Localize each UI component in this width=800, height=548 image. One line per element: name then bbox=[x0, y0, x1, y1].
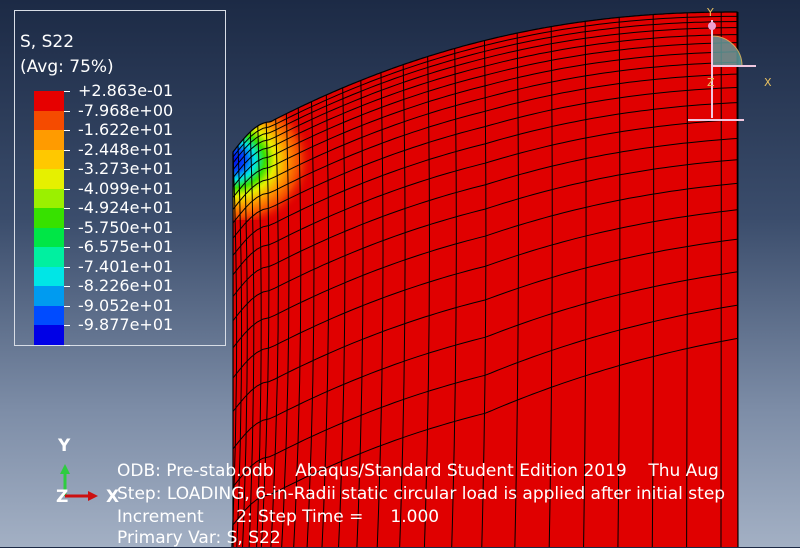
legend-value-label: -3.273e+01 bbox=[78, 161, 173, 177]
legend-swatch bbox=[34, 247, 64, 267]
primary-var-line: Primary Var: S, S22 bbox=[117, 528, 281, 548]
legend-tick bbox=[64, 169, 70, 170]
legend-swatch bbox=[34, 130, 64, 150]
legend-swatch bbox=[34, 267, 64, 287]
legend-tick bbox=[64, 345, 70, 346]
legend-tick bbox=[64, 325, 70, 326]
legend-value-label: -5.750e+01 bbox=[78, 220, 173, 236]
mini-y-node bbox=[708, 22, 716, 30]
legend-value-label: -4.924e+01 bbox=[78, 200, 173, 216]
legend-tick bbox=[64, 208, 70, 209]
legend-tick bbox=[64, 150, 70, 151]
legend-swatch bbox=[34, 325, 64, 345]
legend-swatch bbox=[34, 150, 64, 170]
triad-x-label: X bbox=[106, 487, 119, 507]
legend-value-label: -9.052e+01 bbox=[78, 298, 173, 314]
triad-y-label: Y bbox=[58, 436, 70, 456]
legend-value-label: +2.863e-01 bbox=[78, 83, 173, 99]
legend-averaging: (Avg: 75%) bbox=[20, 57, 114, 77]
triad-z-label: Z bbox=[56, 487, 68, 507]
legend-value-label: -6.575e+01 bbox=[78, 239, 173, 255]
legend-tick bbox=[64, 267, 70, 268]
legend-tick bbox=[64, 306, 70, 307]
mini-triad-z-label: Z bbox=[707, 76, 715, 89]
legend-value-label: -7.968e+00 bbox=[78, 103, 173, 119]
legend-tick bbox=[64, 189, 70, 190]
mini-triad-y-label: Y bbox=[707, 6, 714, 19]
legend-title: S, S22 bbox=[20, 32, 74, 52]
legend-swatch bbox=[34, 306, 64, 326]
triad-y-arrowhead bbox=[60, 464, 70, 474]
odb-info-line: ODB: Pre-stab.odb Abaqus/Standard Studen… bbox=[117, 461, 719, 481]
legend-tick bbox=[64, 111, 70, 112]
legend-value-label: -1.622e+01 bbox=[78, 122, 173, 138]
legend-tick bbox=[64, 247, 70, 248]
view-quarter-disc-icon bbox=[712, 36, 742, 66]
legend-tick bbox=[64, 130, 70, 131]
legend-swatch bbox=[34, 91, 64, 111]
legend-swatch bbox=[34, 169, 64, 189]
legend-swatch bbox=[34, 228, 64, 248]
legend-value-label: -2.448e+01 bbox=[78, 142, 173, 158]
legend-tick bbox=[64, 286, 70, 287]
increment-info-line: Increment 2: Step Time = 1.000 bbox=[117, 507, 439, 527]
view-cube-triad[interactable] bbox=[684, 14, 764, 129]
legend-value-label: -8.226e+01 bbox=[78, 278, 173, 294]
legend-value-label: -9.877e+01 bbox=[78, 317, 173, 333]
legend-tick bbox=[64, 228, 70, 229]
legend-swatch bbox=[34, 208, 64, 228]
legend-swatch bbox=[34, 189, 64, 209]
legend-swatch bbox=[34, 111, 64, 131]
mini-triad-x-label: X bbox=[764, 76, 772, 89]
step-info-line: Step: LOADING, 6-in-Radii static circula… bbox=[117, 484, 725, 504]
legend-tick bbox=[64, 91, 70, 92]
legend-value-label: -7.401e+01 bbox=[78, 259, 173, 275]
triad-x-arrowhead bbox=[88, 491, 98, 501]
legend-swatch bbox=[34, 286, 64, 306]
legend-value-label: -4.099e+01 bbox=[78, 181, 173, 197]
